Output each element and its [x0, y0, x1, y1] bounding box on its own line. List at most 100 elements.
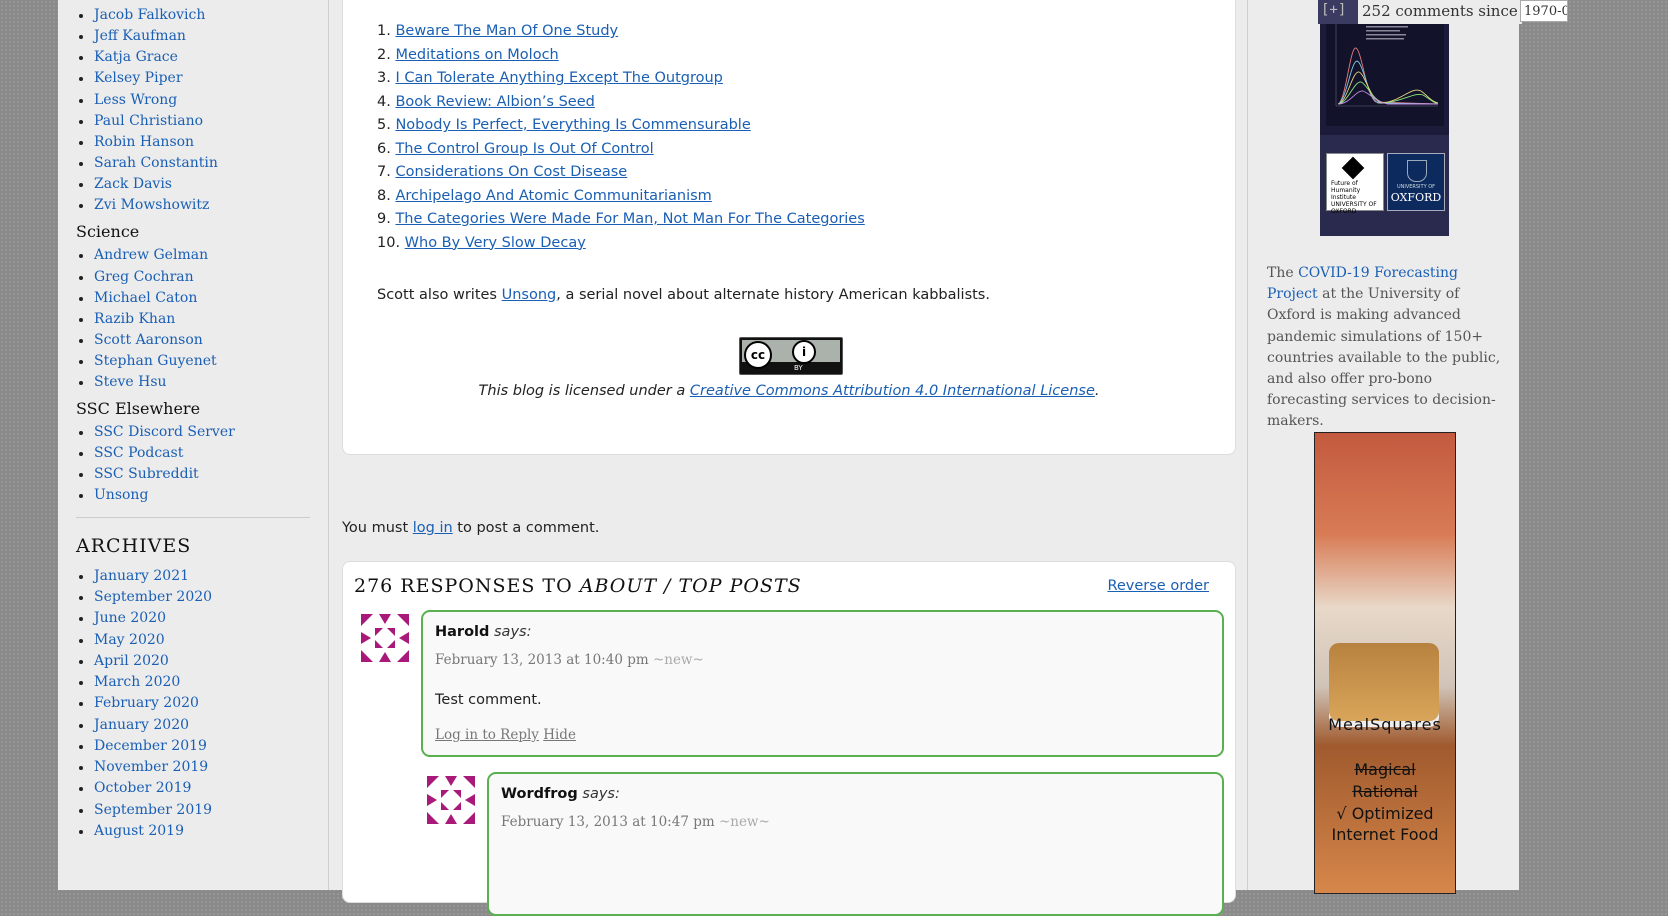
top-post-item: 3. I Can Tolerate Anything Except The Ou… [377, 70, 723, 86]
comment-says: says: [494, 624, 532, 640]
top-post-item: 1. Beware The Man Of One Study [377, 23, 618, 39]
license-prefix: This blog is licensed under a [478, 383, 690, 399]
archive-link[interactable]: October 2019 [78, 780, 191, 796]
fhi-logo: Future of Humanity Institute UNIVERSITY … [1326, 153, 1384, 215]
covid-project-text: The COVID-19 Forecasting Project at the … [1267, 263, 1507, 433]
comment: Harold says: February 13, 2013 at 10:40 … [421, 610, 1224, 757]
login-prompt: You must log in to post a comment. [342, 520, 599, 536]
avatar [427, 776, 475, 824]
archive-link[interactable]: January 2020 [78, 717, 189, 733]
comment-author[interactable]: Wordfrog [501, 786, 578, 802]
top-post-number: 7. [377, 164, 391, 180]
top-post-link[interactable]: Beware The Man Of One Study [395, 23, 618, 39]
fhi-logo-text: Future of Humanity Institute UNIVERSITY … [1331, 180, 1377, 215]
sidebar-link[interactable]: SSC Podcast [78, 445, 183, 461]
comment: Wordfrog says: February 13, 2013 at 10:4… [487, 772, 1224, 916]
avatar [361, 614, 409, 662]
comment-date[interactable]: February 13, 2013 at 10:47 pm [501, 814, 715, 830]
comment-date-line: February 13, 2013 at 10:40 pm ~new~ [435, 652, 704, 668]
archive-link[interactable]: August 2019 [79, 823, 184, 839]
sidebar-link[interactable]: Jacob Falkovich [78, 7, 205, 23]
sidebar-link[interactable]: Kelsey Piper [79, 70, 183, 86]
login-link[interactable]: log in [413, 520, 453, 536]
top-post-link[interactable]: Archipelago And Atomic Communitarianism [395, 188, 711, 204]
cc-license-badge[interactable]: cc i BY [739, 337, 843, 375]
unsong-link[interactable]: Unsong [502, 287, 557, 303]
top-post-link[interactable]: Nobody Is Perfect, Everything Is Commens… [395, 117, 750, 133]
archive-link[interactable]: November 2019 [78, 759, 208, 775]
responses-post-title: ABOUT / TOP POSTS [579, 575, 802, 597]
comment-says: says: [582, 786, 620, 802]
top-post-link[interactable]: Considerations On Cost Disease [395, 164, 627, 180]
sidebar-link[interactable]: Stephan Guyenet [79, 353, 217, 369]
mealsquares-brand: MealSquares [1328, 715, 1442, 734]
sidebar-link[interactable]: Unsong [78, 487, 148, 503]
new-marker: ~new~ [718, 814, 770, 830]
login-to-reply-link[interactable]: Log in to Reply [435, 727, 539, 743]
comment-author-line: Wordfrog says: [501, 786, 620, 802]
left-sidebar: Jacob Falkovich Jeff Kaufman Katja Grace… [58, 0, 329, 890]
comment-author[interactable]: Harold [435, 624, 489, 640]
sidebar-link[interactable]: Jeff Kaufman [79, 28, 186, 44]
sidebar-link[interactable]: Zack Davis [79, 176, 172, 192]
also-writes-text: Scott also writes Unsong, a serial novel… [377, 287, 990, 303]
ad-tagline: Rational [1352, 782, 1418, 801]
sidebar-link[interactable]: Paul Christiano [78, 113, 203, 129]
cc-icon: cc [744, 341, 772, 369]
top-post-link[interactable]: Meditations on Moloch [395, 47, 558, 63]
top-post-item: 9. The Categories Were Made For Man, Not… [377, 211, 865, 227]
license-text: This blog is licensed under a Creative C… [343, 383, 1235, 399]
sidebar-link[interactable]: Less Wrong [78, 92, 177, 108]
sidebar-link[interactable]: Katja Grace [79, 49, 178, 65]
sidebar-link[interactable]: Scott Aaronson [79, 332, 203, 348]
top-post-link[interactable]: The Control Group Is Out Of Control [395, 141, 653, 157]
mealsquares-ad[interactable]: MealSquares Magical Rational √ Optimized… [1314, 432, 1456, 894]
reverse-order-link[interactable]: Reverse order [1107, 578, 1209, 594]
expand-toggle-button[interactable]: [+] [1321, 2, 1346, 18]
archive-link[interactable]: January 2021 [78, 568, 189, 584]
archive-link[interactable]: June 2020 [78, 610, 166, 626]
comment-date-line: February 13, 2013 at 10:47 pm ~new~ [501, 814, 770, 830]
ad-tagline: Internet Food [1331, 825, 1439, 844]
sidebar-link[interactable]: Greg Cochran [79, 269, 194, 285]
sidebar-link[interactable]: SSC Discord Server [79, 424, 235, 440]
archive-link[interactable]: April 2020 [79, 653, 169, 669]
sidebar-link[interactable]: Zvi Mowshowitz [78, 197, 209, 213]
archive-link[interactable]: September 2020 [78, 589, 212, 605]
sidebar-link[interactable]: Razib Khan [78, 311, 175, 327]
sidebar-link[interactable]: Robin Hanson [78, 134, 194, 150]
oxford-logo: UNIVERSITY OF OXFORD [1387, 153, 1445, 211]
comment-actions: Log in to Reply Hide [435, 727, 576, 743]
archive-link[interactable]: December 2019 [79, 738, 207, 754]
top-post-link[interactable]: Who By Very Slow Decay [405, 235, 586, 251]
comment-count-widget: [+] 252 comments since [1318, 0, 1522, 24]
since-date-input[interactable]: 1970-01-01 [1520, 0, 1568, 22]
top-post-number: 6. [377, 140, 391, 157]
oxford-logo-small: UNIVERSITY OF [1396, 184, 1436, 190]
top-post-number: 9. [377, 211, 391, 227]
archive-link[interactable]: February 2020 [79, 695, 199, 711]
science-heading: Science [76, 222, 140, 241]
hide-comment-link[interactable]: Hide [543, 727, 576, 743]
license-link[interactable]: Creative Commons Attribution 4.0 Interna… [690, 383, 1095, 399]
responses-count: 276 RESPONSES TO [354, 575, 580, 597]
archive-link[interactable]: March 2020 [78, 674, 180, 690]
elsewhere-heading: SSC Elsewhere [76, 399, 201, 418]
sidebar-link[interactable]: SSC Subreddit [79, 466, 199, 482]
sidebar-link[interactable]: Andrew Gelman [78, 247, 208, 263]
sidebar-link[interactable]: Michael Caton [78, 290, 197, 306]
sidebar-link[interactable]: Steve Hsu [79, 374, 167, 390]
chart-thumbnail [1326, 6, 1444, 126]
sidebar-link[interactable]: Sarah Constantin [79, 155, 218, 171]
top-post-item: 8. Archipelago And Atomic Communitariani… [377, 188, 712, 204]
sidebar-divider [76, 517, 310, 518]
top-post-link[interactable]: I Can Tolerate Anything Except The Outgr… [395, 70, 722, 86]
ad-tagline: Magical [1354, 760, 1416, 779]
oxford-forecasting-ad[interactable]: Future of Humanity Institute UNIVERSITY … [1320, 0, 1449, 236]
archive-link[interactable]: May 2020 [79, 632, 165, 648]
top-post-link[interactable]: Book Review: Albion’s Seed [395, 94, 594, 110]
top-post-link[interactable]: The Categories Were Made For Man, Not Ma… [395, 211, 864, 227]
ad-tagline: √ Optimized [1336, 804, 1434, 823]
archive-link[interactable]: September 2019 [78, 802, 212, 818]
comment-date[interactable]: February 13, 2013 at 10:40 pm [435, 652, 649, 668]
